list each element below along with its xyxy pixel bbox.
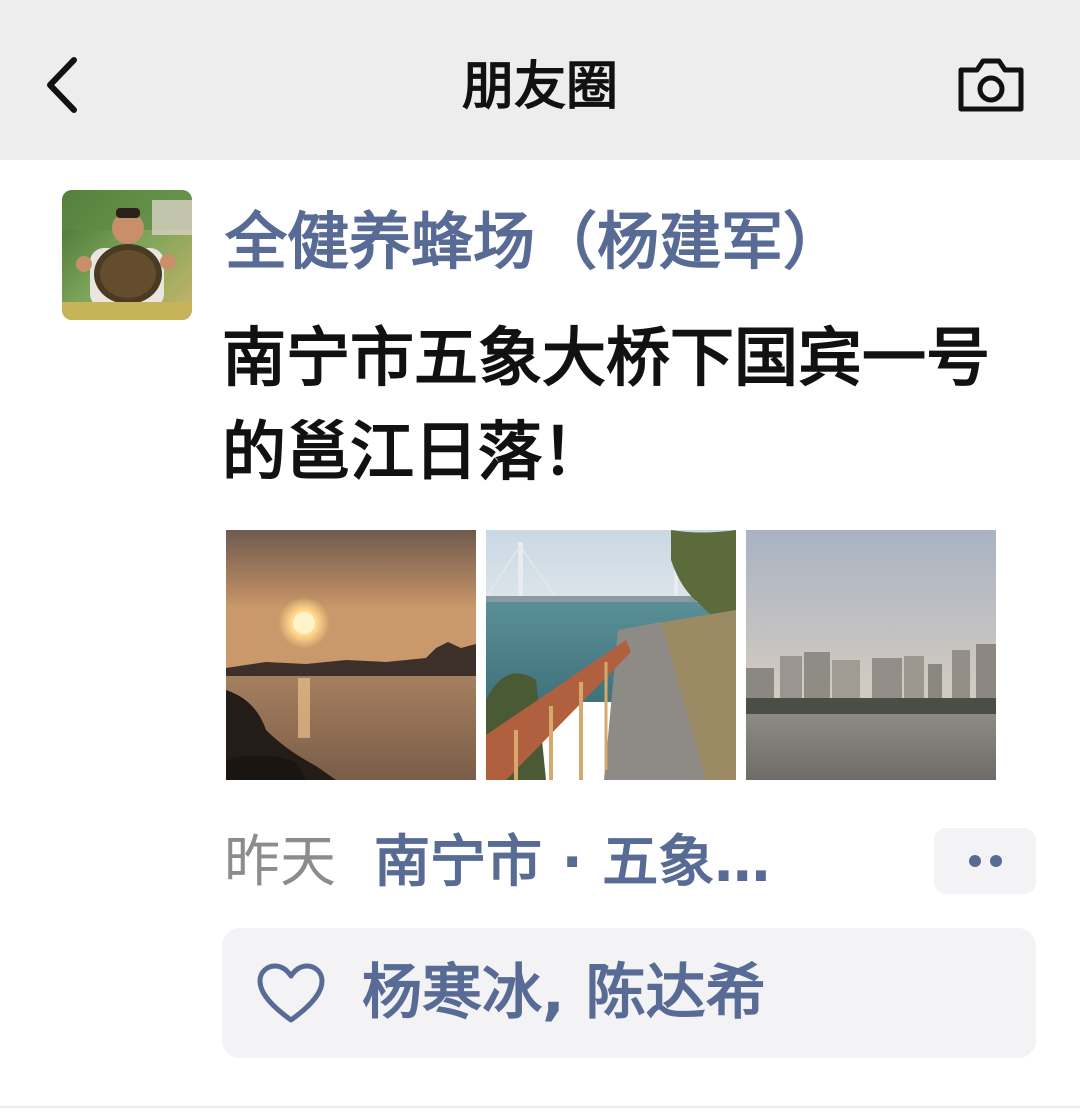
post-text: 南宁市五象大桥下国宾一号的邕江日落！ — [222, 322, 990, 490]
moment-post: 全健养蜂场（杨建军） 南宁市五象大桥下国宾一号的邕江日落！ 昨天 南宁市 · 五… — [0, 160, 1080, 1120]
avatar-image — [62, 190, 192, 320]
page-title: 朋友圈 — [461, 57, 618, 117]
photo-thumbnail[interactable] — [226, 530, 476, 780]
avatar[interactable] — [62, 190, 192, 320]
camera-button[interactable] — [955, 56, 1027, 114]
camera-icon — [958, 58, 1024, 112]
more-dots-icon — [969, 855, 981, 867]
heart-icon — [257, 963, 325, 1023]
more-dots-icon — [990, 855, 1002, 867]
post-location[interactable]: 南宁市 · 五象… — [374, 828, 770, 898]
photo-thumbnail[interactable] — [746, 530, 996, 780]
likes-panel: 杨寒冰, 陈达希 — [222, 928, 1036, 1058]
sunset-river-image — [226, 530, 476, 780]
likes-names[interactable]: 杨寒冰, 陈达希 — [362, 956, 766, 1030]
post-time: 昨天 — [224, 830, 336, 895]
city-skyline-image — [746, 530, 996, 780]
photo-thumbnail[interactable] — [486, 530, 736, 780]
riverside-path-image — [486, 530, 736, 780]
author-name[interactable]: 全健养蜂场（杨建军） — [225, 202, 845, 282]
top-nav-bar: 朋友圈 — [0, 0, 1080, 160]
photo-grid — [226, 530, 998, 782]
divider — [0, 1106, 1080, 1108]
more-actions-button[interactable] — [934, 828, 1036, 894]
